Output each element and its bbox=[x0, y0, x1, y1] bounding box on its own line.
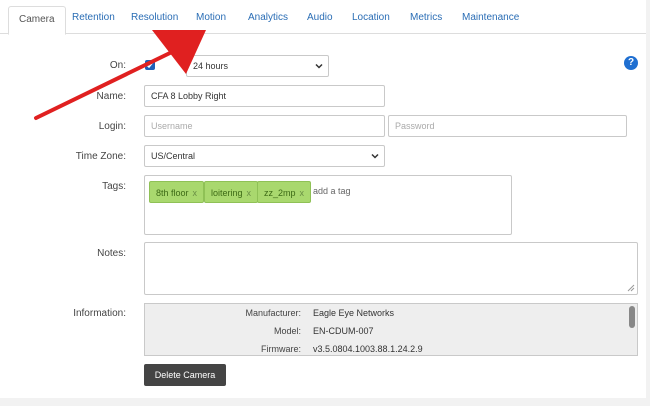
info-value-model: EN-CDUM-007 bbox=[313, 326, 374, 336]
tag-chip-label: 8th floor bbox=[156, 188, 189, 198]
tags-input[interactable]: 8th floor x loitering x zz_2mp x add a tag bbox=[144, 175, 512, 235]
timezone-label: Time Zone: bbox=[75, 151, 126, 162]
notes-label: Notes: bbox=[97, 248, 126, 259]
on-label: On: bbox=[109, 60, 126, 71]
add-tag-placeholder[interactable]: add a tag bbox=[313, 186, 351, 196]
username-input[interactable] bbox=[144, 115, 385, 137]
info-value-manufacturer: Eagle Eye Networks bbox=[313, 308, 395, 318]
tag-remove-icon[interactable]: x bbox=[193, 188, 198, 198]
tag-remove-icon[interactable]: x bbox=[247, 188, 252, 198]
schedule-select[interactable]: 24 hours bbox=[186, 55, 329, 77]
on-checkbox[interactable] bbox=[145, 60, 155, 70]
timezone-select[interactable]: US/Central bbox=[144, 145, 385, 167]
tab-location[interactable]: Location bbox=[352, 12, 390, 23]
info-key-manufacturer: Manufacturer: bbox=[245, 308, 301, 318]
tag-chip-label: zz_2mp bbox=[264, 188, 296, 198]
schedule-value: 24 hours bbox=[193, 61, 229, 71]
password-input[interactable] bbox=[388, 115, 627, 137]
tab-audio[interactable]: Audio bbox=[307, 12, 333, 23]
info-key-model: Model: bbox=[273, 326, 301, 336]
delete-camera-button[interactable]: Delete Camera bbox=[144, 364, 226, 386]
tag-chip[interactable]: 8th floor x bbox=[149, 181, 205, 203]
chevron-down-icon bbox=[315, 63, 323, 69]
timezone-value: US/Central bbox=[151, 151, 196, 161]
tag-remove-icon[interactable]: x bbox=[300, 188, 305, 198]
info-key-firmware: Firmware: bbox=[261, 344, 301, 354]
tag-chip-label: loitering bbox=[211, 188, 243, 198]
chevron-down-icon bbox=[371, 153, 379, 159]
resize-grip-icon[interactable] bbox=[627, 284, 635, 292]
camera-settings-panel: Camera Retention Resolution Motion Analy… bbox=[0, 0, 646, 398]
notes-textarea[interactable] bbox=[144, 242, 638, 295]
tab-analytics[interactable]: Analytics bbox=[248, 12, 288, 23]
tag-chip[interactable]: zz_2mp x bbox=[257, 181, 312, 203]
name-label: Name: bbox=[96, 91, 126, 102]
tab-maintenance[interactable]: Maintenance bbox=[462, 12, 519, 23]
tab-bar: Camera Retention Resolution Motion Analy… bbox=[0, 0, 646, 35]
help-icon[interactable]: ? bbox=[624, 56, 638, 70]
information-box: Manufacturer: Eagle Eye Networks Model: … bbox=[144, 303, 638, 356]
tag-chip[interactable]: loitering x bbox=[204, 181, 259, 203]
tab-camera[interactable]: Camera bbox=[8, 6, 66, 35]
information-scrollbar[interactable] bbox=[629, 306, 635, 328]
information-label: Information: bbox=[73, 308, 126, 319]
tab-resolution[interactable]: Resolution bbox=[131, 12, 178, 23]
info-value-firmware: v3.5.0804.1003.88.1.24.2.9 bbox=[313, 344, 423, 354]
name-field[interactable] bbox=[144, 85, 385, 107]
tab-motion[interactable]: Motion bbox=[196, 12, 226, 23]
login-label: Login: bbox=[98, 121, 126, 132]
check-icon bbox=[146, 61, 154, 69]
tags-label: Tags: bbox=[102, 181, 126, 192]
tab-metrics[interactable]: Metrics bbox=[410, 12, 442, 23]
tab-retention[interactable]: Retention bbox=[72, 12, 115, 23]
